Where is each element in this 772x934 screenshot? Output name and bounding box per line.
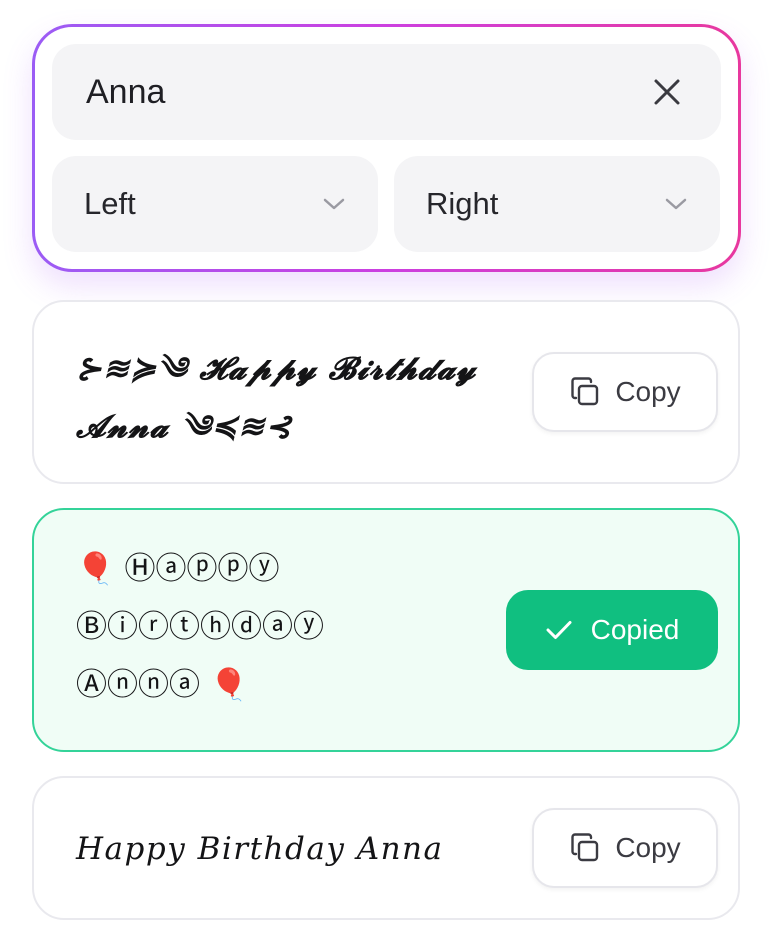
name-field[interactable]	[52, 44, 721, 140]
result-text: ⊱≋≽༄ 𝓗𝓪𝓹𝓹𝔂 𝓑𝓲𝓻𝓽𝓱𝓭𝓪𝔂 𝓐𝓷𝓷𝓪 ༄≼≋⊰	[76, 351, 477, 445]
clear-button[interactable]	[647, 72, 687, 112]
left-decoration-select[interactable]: Left	[52, 156, 378, 252]
close-icon	[654, 79, 680, 105]
copied-button-label: Copied	[590, 614, 680, 645]
copied-button[interactable]: Copied	[506, 590, 718, 670]
copy-icon	[571, 833, 599, 862]
right-decoration-select[interactable]: Right	[394, 156, 720, 252]
result-card: ⊱≋≽༄ 𝓗𝓪𝓹𝓹𝔂 𝓑𝓲𝓻𝓽𝓱𝓭𝓪𝔂 𝓐𝓷𝓷𝓪 ༄≼≋⊰ Copy	[32, 300, 740, 484]
app-root: Left Right ⊱≋≽༄ 𝓗𝓪𝓹𝓹𝔂 𝓑𝓲𝓻𝓽𝓱𝓭𝓪𝔂 𝓐𝓷𝓷𝓪 ༄≼≋⊰	[0, 0, 772, 934]
copy-button-label: Copy	[615, 832, 681, 863]
copy-button-label: Copy	[615, 376, 681, 407]
check-icon	[546, 621, 572, 639]
copy-button[interactable]: Copy	[532, 808, 718, 888]
left-select-value: Left	[84, 186, 136, 221]
controls-panel: Left Right	[32, 24, 741, 272]
chevron-down-icon	[323, 198, 345, 210]
result-card-copied: 🎈 Ⓗⓐⓟⓟⓨ Ⓑⓘⓡⓣⓗⓓⓐⓨ Ⓐⓝⓝⓐ 🎈 Copied	[32, 508, 740, 752]
right-select-value: Right	[426, 186, 499, 221]
result-text: 𝐻𝑎𝑝𝑝𝑦 𝐵𝑖𝑟𝑡ℎ𝑑𝑎𝑦 𝐴𝑛𝑛𝑎	[76, 831, 444, 867]
copy-icon	[571, 377, 599, 406]
chevron-down-icon	[665, 198, 687, 210]
controls-panel-inner: Left Right	[35, 27, 738, 269]
result-card: 𝐻𝑎𝑝𝑝𝑦 𝐵𝑖𝑟𝑡ℎ𝑑𝑎𝑦 𝐴𝑛𝑛𝑎 Copy	[32, 776, 740, 920]
name-input[interactable]	[86, 44, 647, 140]
copy-button[interactable]: Copy	[532, 352, 718, 432]
result-text: 🎈 Ⓗⓐⓟⓟⓨ Ⓑⓘⓡⓣⓗⓓⓐⓨ Ⓐⓝⓝⓐ 🎈	[76, 551, 324, 703]
